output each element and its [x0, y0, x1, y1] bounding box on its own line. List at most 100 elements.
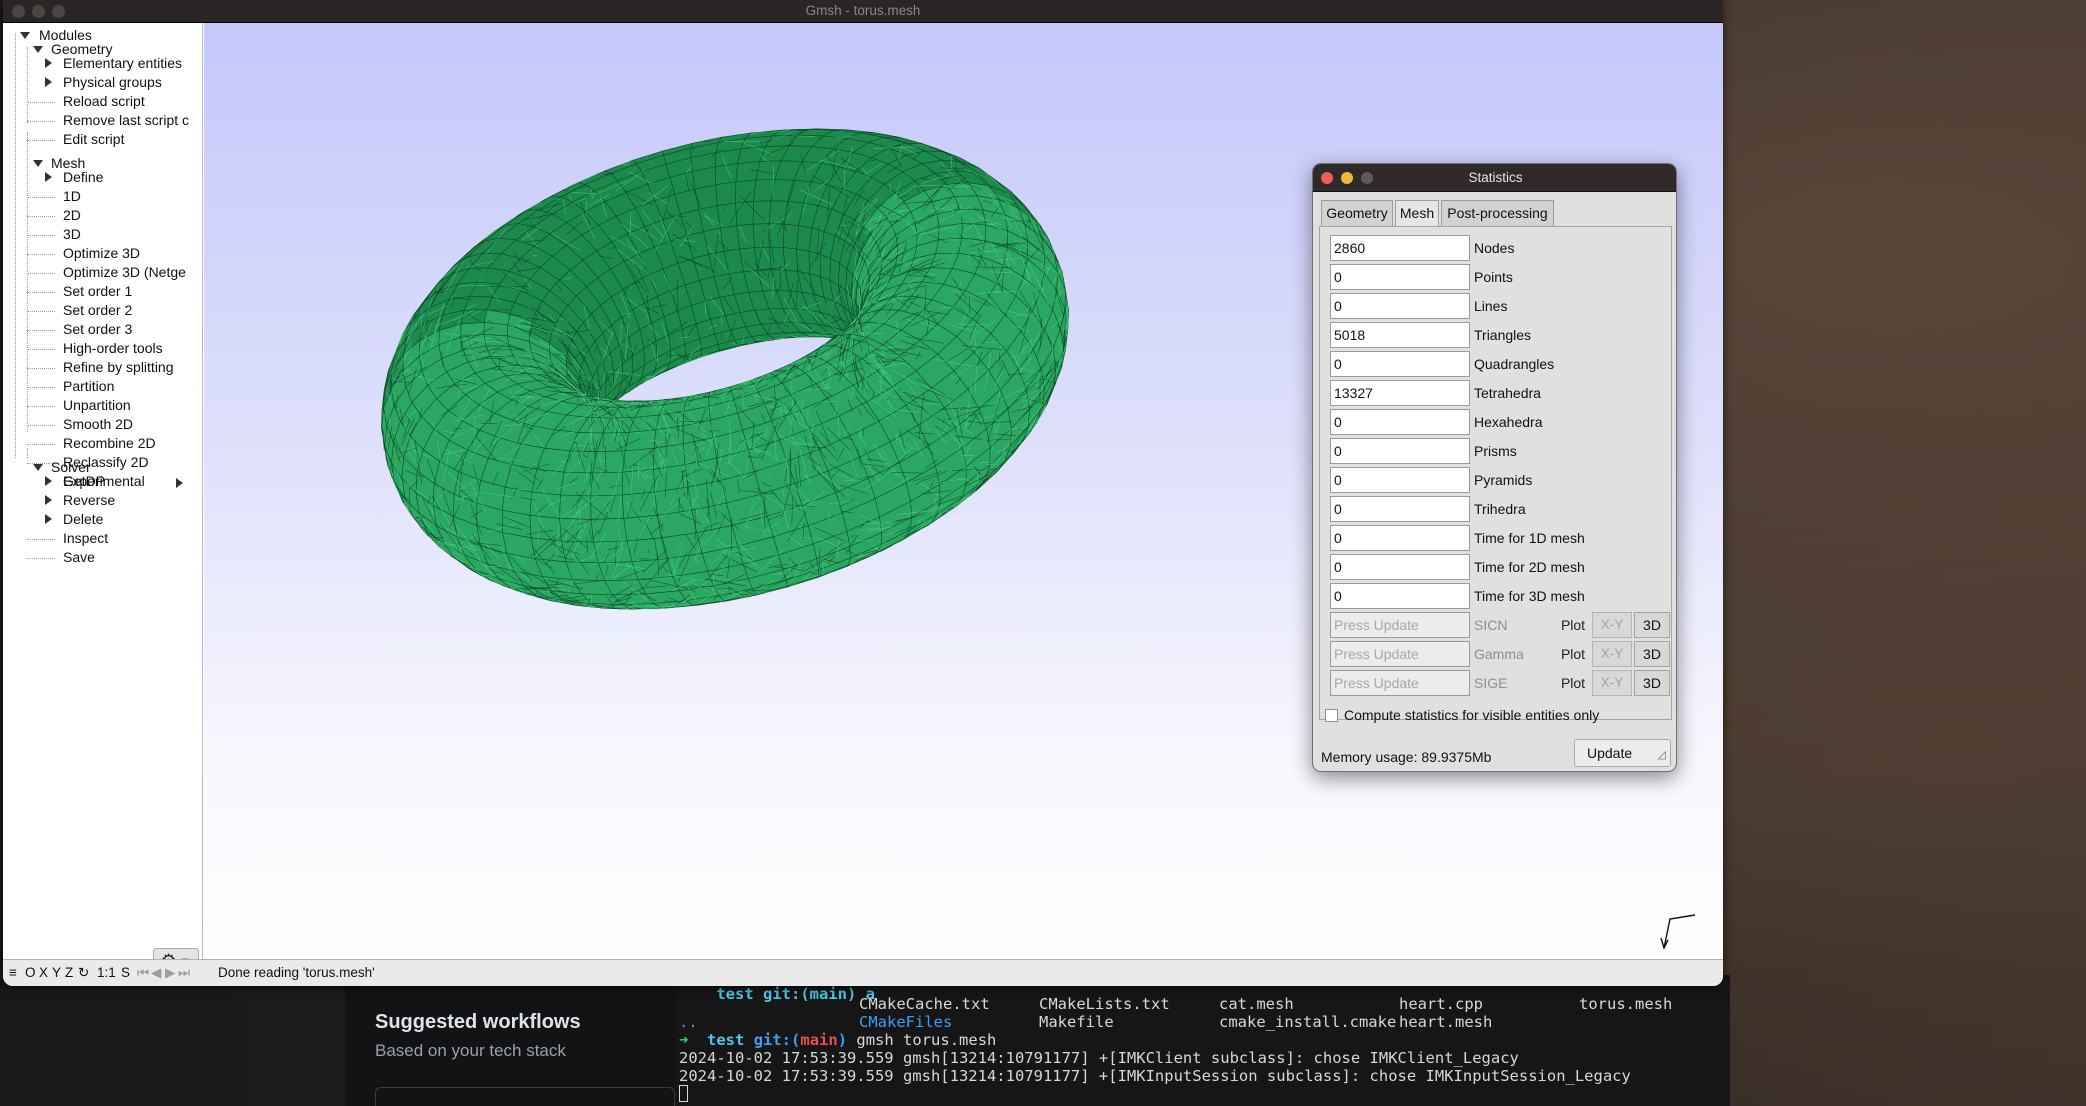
anim-last-icon[interactable]: ⏭: [178, 965, 190, 981]
plot-3d-button[interactable]: 3D: [1634, 641, 1670, 667]
tree-guide: [27, 197, 55, 198]
scale-button[interactable]: 1:1: [97, 965, 116, 981]
view-button-z[interactable]: Z: [65, 965, 73, 981]
stat-value-field[interactable]: 0: [1330, 496, 1470, 522]
quality-value-field[interactable]: Press Update: [1330, 641, 1470, 667]
xy-plot-button[interactable]: X-Y: [1592, 612, 1632, 638]
workflows-card[interactable]: [375, 1087, 675, 1106]
stat-label: Tetrahedra: [1474, 385, 1541, 401]
tree-item-geometry-child[interactable]: Physical groups: [63, 73, 198, 92]
plot-button[interactable]: Plot: [1557, 612, 1589, 638]
collapse-solver-icon[interactable]: [33, 464, 43, 471]
tree-item-mesh-child[interactable]: Define: [63, 168, 198, 187]
tree-item-mesh-child[interactable]: Recombine 2D: [63, 434, 198, 453]
plot-button[interactable]: Plot: [1557, 641, 1589, 667]
view-button-o[interactable]: O: [25, 965, 36, 981]
plot-button[interactable]: Plot: [1557, 670, 1589, 696]
tree-item-mesh-child[interactable]: High-order tools: [63, 339, 198, 358]
select-s-button[interactable]: S: [121, 965, 130, 981]
stat-value-field[interactable]: 0: [1330, 409, 1470, 435]
tab-geometry[interactable]: Geometry: [1321, 200, 1393, 226]
expand-icon[interactable]: [45, 476, 52, 486]
tree-item-mesh-child[interactable]: Set order 2: [63, 301, 198, 320]
tree-item-mesh-child[interactable]: 2D: [63, 206, 198, 225]
mesh-face: [768, 223, 785, 248]
stat-value-field[interactable]: 0: [1330, 264, 1470, 290]
xy-plot-button[interactable]: X-Y: [1592, 670, 1632, 696]
stat-value-field[interactable]: 13327: [1330, 380, 1470, 406]
tree-item-mesh-child[interactable]: Smooth 2D: [63, 415, 198, 434]
statistics-titlebar[interactable]: Statistics: [1313, 164, 1676, 192]
collapse-modules-icon[interactable]: [20, 32, 30, 39]
tree-item-geometry-child[interactable]: Edit script: [63, 130, 198, 149]
tree-item-mesh-child[interactable]: Optimize 3D: [63, 244, 198, 263]
getdp-submenu-icon[interactable]: [176, 478, 183, 488]
tree-item-geometry-child[interactable]: Remove last script c: [63, 111, 198, 130]
rotate-icon[interactable]: ↻: [78, 965, 89, 981]
mesh-face: [694, 184, 718, 210]
stat-value-field[interactable]: 2860: [1330, 235, 1470, 261]
tree-item-mesh-child[interactable]: Refine by splitting: [63, 358, 198, 377]
memory-usage: Memory usage: 89.9375Mb: [1321, 749, 1492, 765]
tree-item-mesh-child[interactable]: 1D: [63, 187, 198, 206]
tab-post-processing[interactable]: Post-processing: [1441, 200, 1554, 226]
expand-icon[interactable]: [45, 172, 52, 182]
expand-icon[interactable]: [45, 58, 52, 68]
view-button-y[interactable]: Y: [52, 965, 61, 981]
stat-value-field[interactable]: 0: [1330, 351, 1470, 377]
quality-value-field[interactable]: Press Update: [1330, 670, 1470, 696]
stat-value-field[interactable]: 0: [1330, 525, 1470, 551]
stat-label: Triangles: [1474, 327, 1532, 343]
mesh-face: [796, 248, 810, 274]
tree-item-mesh-child[interactable]: Delete: [63, 510, 198, 529]
expand-icon[interactable]: [45, 77, 52, 87]
plot-3d-button[interactable]: 3D: [1634, 612, 1670, 638]
terminal-partial-text: test git:(main) a: [716, 985, 875, 1003]
stat-value-field[interactable]: 0: [1330, 293, 1470, 319]
menu-lines-icon[interactable]: ≡: [9, 965, 17, 981]
anim-first-icon[interactable]: ⏮: [137, 965, 149, 981]
tree-item-mesh-child[interactable]: 3D: [63, 225, 198, 244]
mesh-face: [531, 469, 565, 496]
anim-prev-icon[interactable]: ◀: [151, 965, 161, 981]
collapse-geometry-icon[interactable]: [33, 46, 43, 53]
xy-plot-button[interactable]: X-Y: [1592, 641, 1632, 667]
terminal[interactable]: test git:(main) a CMakeCache.txt CMakeLi…: [676, 975, 1730, 1106]
expand-icon[interactable]: [45, 514, 52, 524]
stat-label: Lines: [1474, 298, 1508, 314]
expand-icon[interactable]: [45, 495, 52, 505]
plot-3d-button[interactable]: 3D: [1634, 670, 1670, 696]
tree-item-mesh-child[interactable]: Reverse: [63, 491, 198, 510]
visible-only-checkbox[interactable]: [1325, 709, 1338, 722]
tree-item-mesh-child[interactable]: Partition: [63, 377, 198, 396]
tree-item-mesh-child[interactable]: Set order 3: [63, 320, 198, 339]
tree-guide: [27, 311, 55, 312]
collapse-mesh-icon[interactable]: [33, 160, 43, 167]
suggested-workflows-panel: Suggested workflows Based on your tech s…: [345, 975, 680, 1106]
stat-value-field[interactable]: 0: [1330, 438, 1470, 464]
stat-value-field[interactable]: 0: [1330, 583, 1470, 609]
terminal-file: Makefile: [1039, 1013, 1114, 1031]
tree-guide: [27, 349, 55, 350]
tree-item-mesh-child[interactable]: Set order 1: [63, 282, 198, 301]
prompt-arrow: ➜: [679, 1031, 689, 1049]
mesh-face: [961, 223, 986, 242]
quality-value-field[interactable]: Press Update: [1330, 612, 1470, 638]
tree-item-geometry-child[interactable]: Elementary entities: [63, 54, 198, 73]
stat-value-field[interactable]: 0: [1330, 467, 1470, 493]
tree-item-mesh-child[interactable]: Inspect: [63, 529, 198, 548]
tab-mesh[interactable]: Mesh: [1395, 200, 1439, 227]
tree-item-mesh-child[interactable]: Optimize 3D (Netge: [63, 263, 198, 282]
stat-value-field[interactable]: 5018: [1330, 322, 1470, 348]
tree-item-mesh-child[interactable]: Save: [63, 548, 198, 567]
tree-item-mesh-child[interactable]: Unpartition: [63, 396, 198, 415]
mesh-face: [590, 471, 624, 497]
anim-play-icon[interactable]: ▶: [165, 965, 175, 981]
stat-value-field[interactable]: 0: [1330, 554, 1470, 580]
statistics-title: Statistics: [1468, 170, 1523, 185]
workflows-title: Suggested workflows: [375, 1011, 581, 1033]
window-titlebar[interactable]: Gmsh - torus.mesh: [3, 0, 1723, 23]
update-button[interactable]: Update ◿: [1574, 739, 1671, 767]
tree-item-geometry-child[interactable]: Reload script: [63, 92, 198, 111]
view-button-x[interactable]: X: [39, 965, 48, 981]
